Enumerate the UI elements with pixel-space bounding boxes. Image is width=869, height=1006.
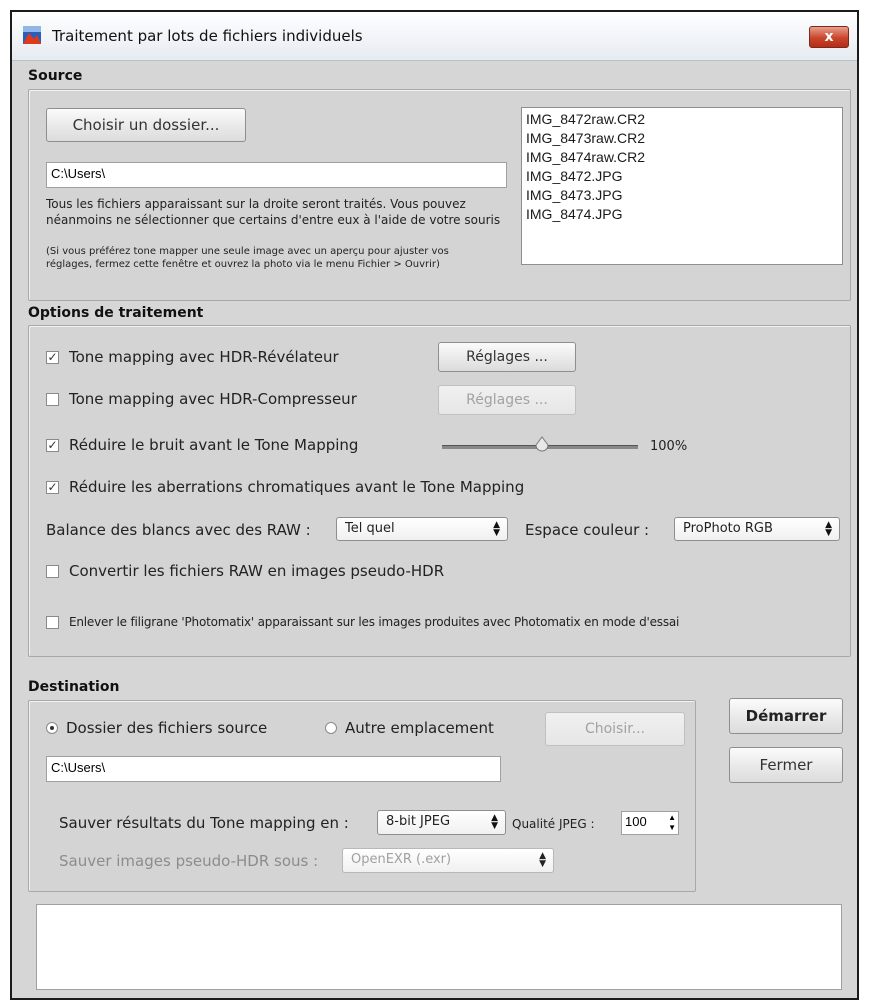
source-info-text: Tous les fichiers apparaissant sur la dr… <box>46 197 501 227</box>
photomatix-app-icon <box>23 26 41 44</box>
quality-label: Qualité JPEG : <box>512 817 595 831</box>
wb-label: Balance des blancs avec des RAW : <box>46 521 311 539</box>
select-arrows-icon: ▲ ▼ <box>491 813 498 831</box>
close-window-button[interactable]: x <box>809 26 849 48</box>
pseudo-hdr-row[interactable]: Convertir les fichiers RAW en images pse… <box>46 562 444 580</box>
watermark-checkbox[interactable] <box>46 615 59 629</box>
quality-value: 100 <box>625 814 647 829</box>
batch-dialog: Traitement par lots de fichiers individu… <box>10 10 859 1000</box>
aberrations-checkbox[interactable]: ✓ <box>46 480 59 494</box>
destination-group: Dossier des fichiers source Autre emplac… <box>28 700 696 892</box>
file-list-item[interactable]: IMG_8474.JPG <box>526 205 838 224</box>
log-output-area[interactable] <box>36 904 842 990</box>
title-bar: Traitement par lots de fichiers individu… <box>12 12 857 61</box>
pseudo-hdr-label: Convertir les fichiers RAW en images pse… <box>69 562 445 580</box>
choose-destination-button[interactable]: Choisir... <box>545 712 685 746</box>
noise-slider-thumb[interactable] <box>533 436 551 454</box>
wb-select-value: Tel quel <box>345 521 395 536</box>
source-heading: Source <box>28 68 83 84</box>
revelateur-settings-button[interactable]: Réglages ... <box>438 342 576 372</box>
watermark-label: Enlever le filigrane 'Photomatix' appara… <box>69 615 680 629</box>
save-pseudo-select[interactable]: OpenEXR (.exr) ▲ ▼ <box>342 848 554 873</box>
compresseur-settings-button[interactable]: Réglages ... <box>438 385 576 415</box>
dialog-content: Source Choisir un dossier... C:\Users\ T… <box>12 61 857 998</box>
source-group: Choisir un dossier... C:\Users\ Tous les… <box>28 89 851 301</box>
tm-revelateur-row[interactable]: ✓ Tone mapping avec HDR-Révélateur <box>46 348 339 366</box>
tm-compresseur-row[interactable]: Tone mapping avec HDR-Compresseur <box>46 390 357 408</box>
close-button[interactable]: Fermer <box>729 747 843 783</box>
select-arrows-icon: ▲ ▼ <box>493 520 500 538</box>
radio-source-folder[interactable]: Dossier des fichiers source <box>46 719 267 737</box>
aberrations-row[interactable]: ✓ Réduire les aberrations chromatiques a… <box>46 478 524 496</box>
window-title: Traitement par lots de fichiers individu… <box>52 27 363 45</box>
tm-revelateur-label: Tone mapping avec HDR-Révélateur <box>69 348 339 366</box>
spinner-arrows-icon[interactable]: ▲ ▼ <box>668 813 676 833</box>
file-list-item[interactable]: IMG_8474raw.CR2 <box>526 148 838 167</box>
colorspace-select-value: ProPhoto RGB <box>683 521 773 536</box>
noise-checkbox[interactable]: ✓ <box>46 438 59 452</box>
noise-row[interactable]: ✓ Réduire le bruit avant le Tone Mapping <box>46 436 358 454</box>
save-pseudo-label: Sauver images pseudo-HDR sous : <box>59 852 319 870</box>
watermark-row[interactable]: Enlever le filigrane 'Photomatix' appara… <box>46 615 679 629</box>
destination-heading: Destination <box>28 679 120 695</box>
tm-compresseur-label: Tone mapping avec HDR-Compresseur <box>69 390 357 408</box>
save-tm-select[interactable]: 8-bit JPEG ▲ ▼ <box>377 810 506 835</box>
options-group: ✓ Tone mapping avec HDR-Révélateur Régla… <box>28 325 851 657</box>
aberrations-label: Réduire les aberrations chromatiques ava… <box>69 478 525 496</box>
radio-source-folder-label: Dossier des fichiers source <box>66 719 268 737</box>
pseudo-hdr-checkbox[interactable] <box>46 564 59 578</box>
tm-compresseur-checkbox[interactable] <box>46 392 59 406</box>
tm-revelateur-checkbox[interactable]: ✓ <box>46 350 59 364</box>
save-tm-select-value: 8-bit JPEG <box>386 814 451 829</box>
start-button[interactable]: Démarrer <box>729 698 843 734</box>
radio-source-folder-indicator[interactable] <box>46 722 58 734</box>
save-tm-label: Sauver résultats du Tone mapping en : <box>59 814 349 832</box>
radio-other-location[interactable]: Autre emplacement <box>325 719 494 737</box>
save-pseudo-select-value: OpenEXR (.exr) <box>351 852 452 867</box>
file-list-item[interactable]: IMG_8472raw.CR2 <box>526 110 838 129</box>
radio-other-location-label: Autre emplacement <box>345 719 494 737</box>
quality-spinbox[interactable]: 100 ▲ ▼ <box>621 811 679 835</box>
file-list-item[interactable]: IMG_8472.JPG <box>526 167 838 186</box>
destination-path-field[interactable]: C:\Users\ <box>46 756 501 782</box>
file-list-item[interactable]: IMG_8473raw.CR2 <box>526 129 838 148</box>
noise-value-label: 100% <box>650 439 688 454</box>
source-note-text: (Si vous préférez tone mapper une seule … <box>46 246 449 270</box>
source-path-field[interactable]: C:\Users\ <box>46 162 507 188</box>
colorspace-label: Espace couleur : <box>525 521 650 539</box>
choose-folder-button[interactable]: Choisir un dossier... <box>46 108 246 142</box>
select-arrows-icon: ▲ ▼ <box>539 851 546 869</box>
select-arrows-icon: ▲ ▼ <box>825 520 832 538</box>
file-list-item[interactable]: IMG_8473.JPG <box>526 186 838 205</box>
options-heading: Options de traitement <box>28 305 204 321</box>
radio-other-location-indicator[interactable] <box>325 722 337 734</box>
wb-select[interactable]: Tel quel ▲ ▼ <box>336 517 508 541</box>
colorspace-select[interactable]: ProPhoto RGB ▲ ▼ <box>674 517 840 541</box>
file-list[interactable]: IMG_8472raw.CR2 IMG_8473raw.CR2 IMG_8474ra… <box>521 107 843 265</box>
noise-label: Réduire le bruit avant le Tone Mapping <box>69 436 359 454</box>
